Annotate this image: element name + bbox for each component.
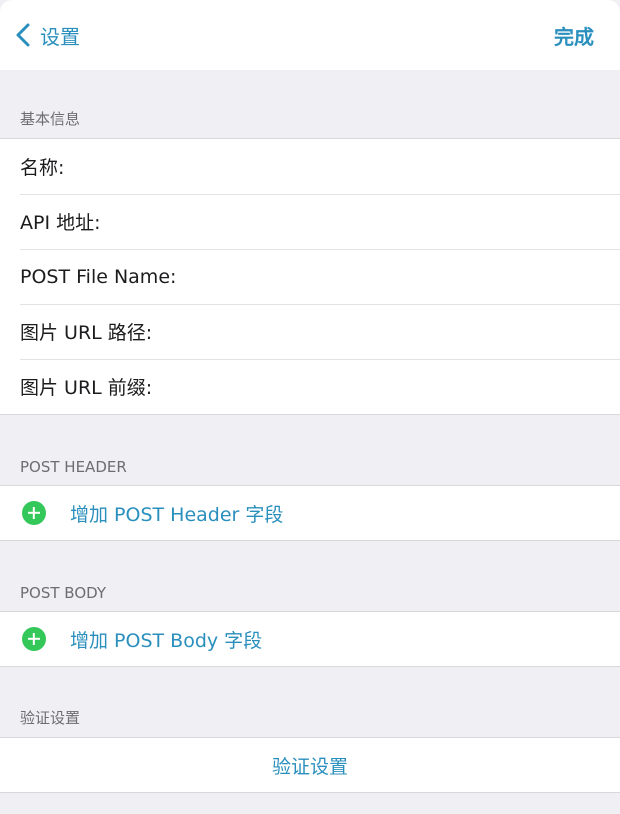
section-header-basic-info: 基本信息 xyxy=(20,110,81,128)
api-address-field-label: API 地址: xyxy=(20,212,101,234)
image-url-prefix-field-label: 图片 URL 前缀: xyxy=(20,377,153,399)
section-header-post-header: POST HEADER xyxy=(20,458,127,476)
add-post-body-button[interactable]: 增加 POST Body 字段 xyxy=(0,612,620,666)
image-url-prefix-field[interactable] xyxy=(158,359,620,414)
back-button[interactable]: 设置 xyxy=(14,21,80,50)
image-url-prefix-field-row[interactable]: 图片 URL 前缀: xyxy=(0,359,620,414)
image-url-path-field-label: 图片 URL 路径: xyxy=(20,322,153,344)
add-post-body-label: 增加 POST Body 字段 xyxy=(70,629,263,652)
post-file-name-field-label: POST File Name: xyxy=(20,265,177,288)
api-address-field[interactable] xyxy=(106,194,620,249)
image-url-path-field-row[interactable]: 图片 URL 路径: xyxy=(0,304,620,359)
add-post-header-button[interactable]: 增加 POST Header 字段 xyxy=(0,486,620,540)
image-url-path-field[interactable] xyxy=(158,304,620,359)
post-header-group: 增加 POST Header 字段 xyxy=(0,485,620,541)
done-button[interactable]: 完成 xyxy=(554,21,594,50)
verify-group: 验证设置 xyxy=(0,737,620,793)
settings-screen: 设置 完成 基本信息 名称: API 地址: POST File Name: 图… xyxy=(0,0,620,814)
plus-circle-icon xyxy=(22,501,46,525)
post-body-group: 增加 POST Body 字段 xyxy=(0,611,620,667)
name-field-row[interactable]: 名称: xyxy=(0,139,620,194)
back-button-label: 设置 xyxy=(40,24,80,49)
add-post-header-label: 增加 POST Header 字段 xyxy=(70,503,284,526)
plus-circle-icon xyxy=(22,627,46,651)
post-file-name-field[interactable] xyxy=(182,249,620,304)
post-file-name-field-row[interactable]: POST File Name: xyxy=(0,249,620,304)
name-field[interactable] xyxy=(70,139,620,194)
api-address-field-row[interactable]: API 地址: xyxy=(0,194,620,249)
chevron-left-icon xyxy=(16,23,30,47)
name-field-label: 名称: xyxy=(20,157,65,179)
verify-settings-button[interactable]: 验证设置 xyxy=(0,738,620,792)
section-header-post-body: POST BODY xyxy=(20,584,107,602)
section-header-verify: 验证设置 xyxy=(20,709,81,727)
navigation-bar: 设置 完成 xyxy=(0,0,620,70)
basic-info-group: 名称: API 地址: POST File Name: 图片 URL 路径: 图… xyxy=(0,138,620,415)
